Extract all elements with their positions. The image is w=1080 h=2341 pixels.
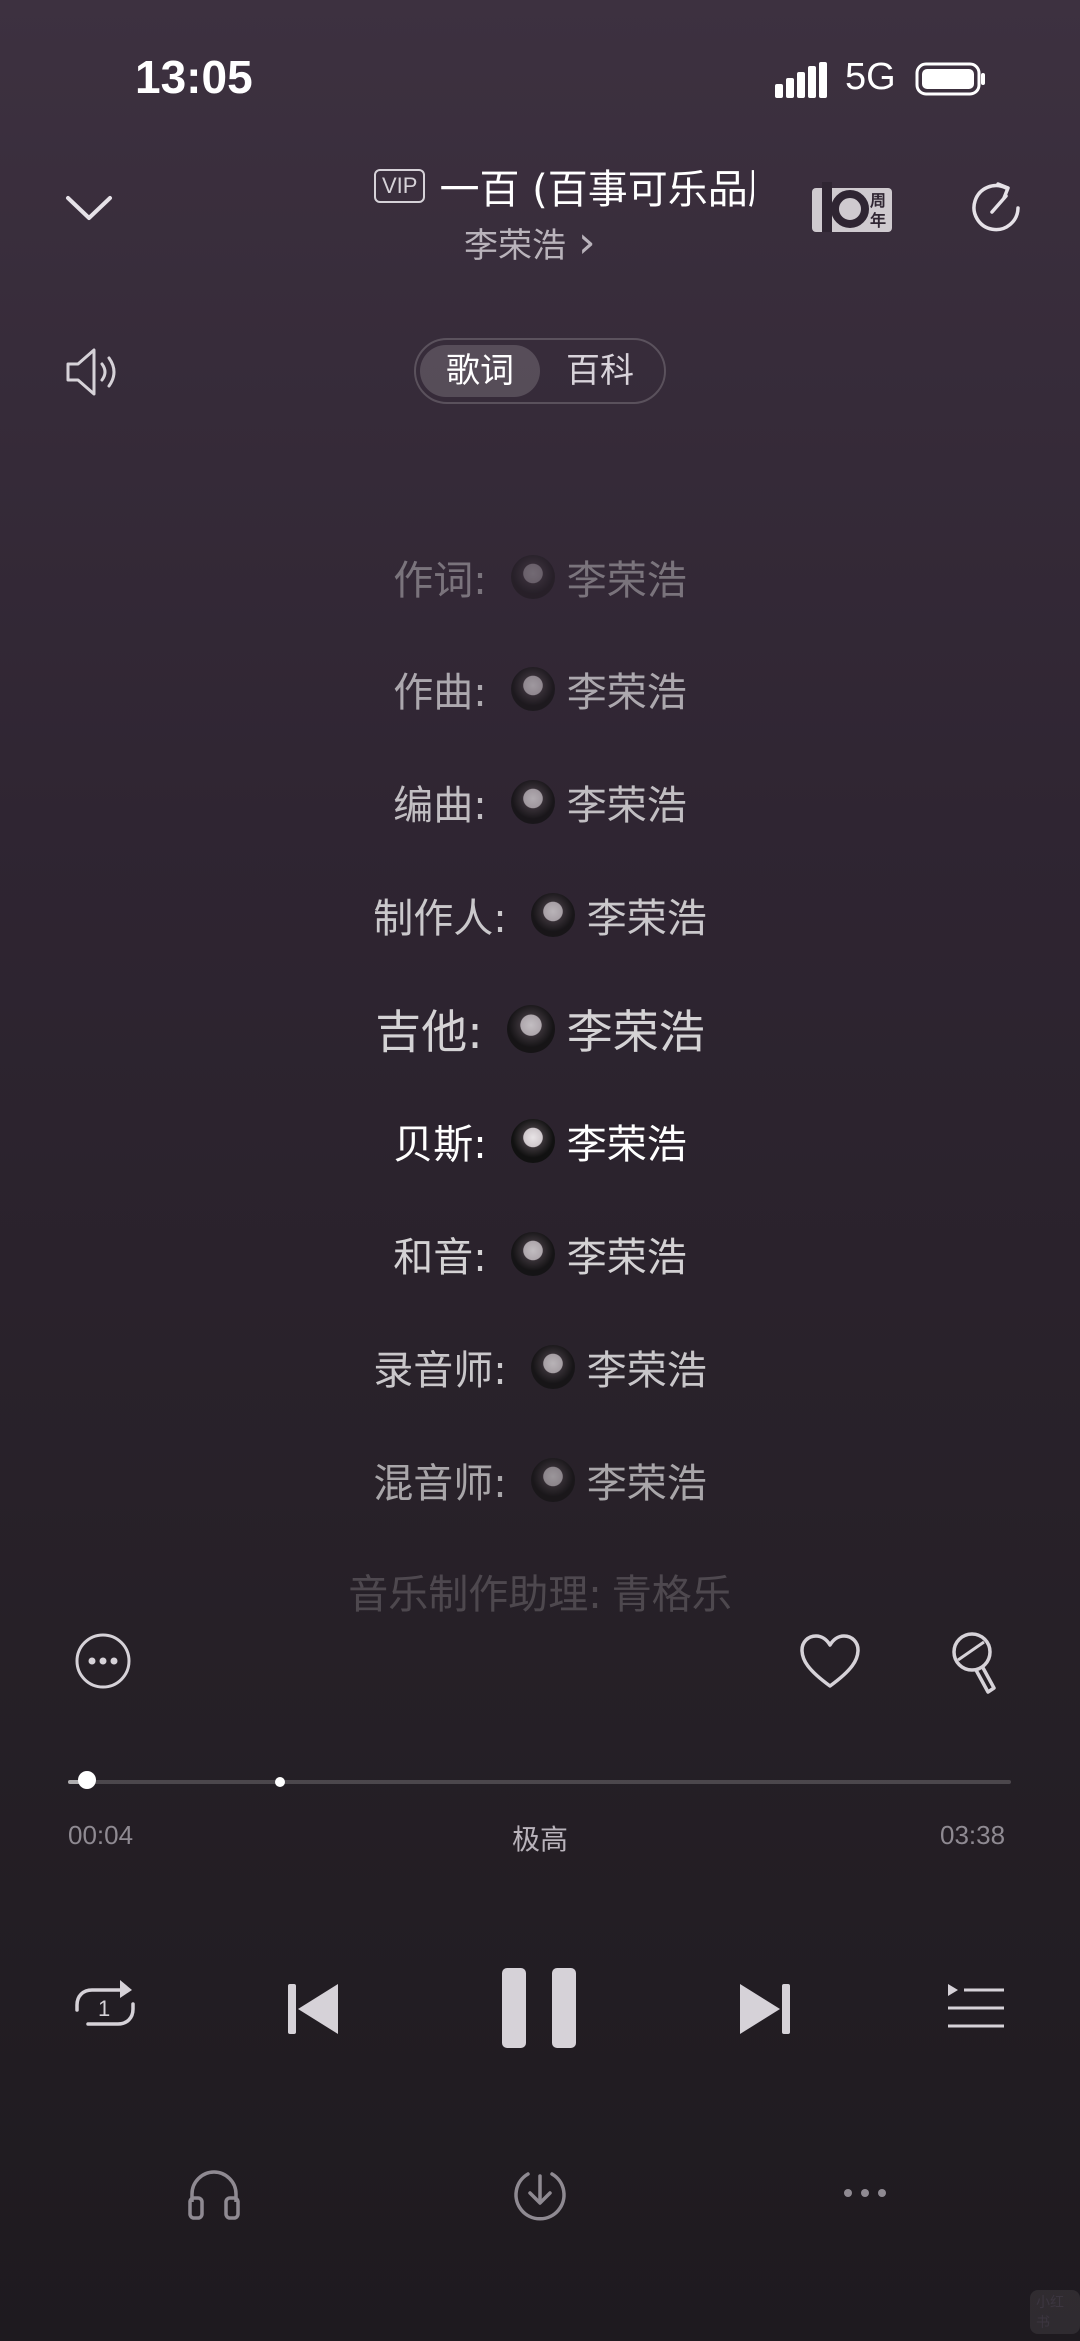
signal-icon bbox=[775, 62, 827, 98]
credit-role: 吉他: bbox=[375, 1005, 483, 1059]
credit-role: 制作人: bbox=[373, 896, 507, 942]
credit-row: 作曲: 李荣浩 bbox=[0, 660, 1080, 718]
avatar[interactable] bbox=[530, 1458, 575, 1502]
credit-row: 音乐制作助理: 青格乐 bbox=[0, 1562, 1080, 1620]
credit-name: 李荣浩 bbox=[566, 1005, 705, 1059]
credit-row: 制作人: 李荣浩 bbox=[0, 886, 1080, 944]
credit-row: 编曲: 李荣浩 bbox=[0, 773, 1080, 831]
network-type: 5G bbox=[845, 56, 896, 98]
vip-badge: VIP bbox=[374, 169, 426, 203]
chevron-right-icon: › bbox=[578, 216, 596, 268]
credit-role: 混音师: bbox=[373, 1461, 507, 1507]
download-icon[interactable] bbox=[512, 2166, 568, 2222]
current-time: 00:04 bbox=[68, 1820, 134, 1850]
headphones-icon[interactable] bbox=[186, 2168, 242, 2220]
credit-name: 青格乐 bbox=[611, 1572, 732, 1618]
previous-icon[interactable] bbox=[286, 1980, 342, 2038]
watermark-text: 小红书 bbox=[1030, 2290, 1080, 2334]
tab-wiki[interactable]: 百科 bbox=[540, 345, 660, 397]
credit-role: 作曲: bbox=[393, 670, 487, 716]
credit-role: 编曲: bbox=[393, 783, 487, 829]
credit-role: 和音: bbox=[393, 1235, 487, 1281]
pause-icon[interactable] bbox=[500, 1966, 578, 2050]
credit-row: 录音师: 李荣浩 bbox=[0, 1338, 1080, 1396]
artist-link[interactable]: 李荣浩 › bbox=[464, 218, 596, 267]
avatar[interactable] bbox=[510, 1119, 555, 1163]
credit-name: 李荣浩 bbox=[566, 670, 687, 716]
credit-role: 音乐制作助理: bbox=[348, 1572, 602, 1618]
credit-role: 作词: bbox=[393, 558, 487, 604]
credit-role: 贝斯: bbox=[393, 1122, 487, 1168]
avatar[interactable] bbox=[530, 1345, 575, 1389]
progress-track[interactable] bbox=[68, 1780, 1011, 1784]
avatar[interactable] bbox=[510, 1232, 555, 1276]
artist-name: 李荣浩 bbox=[464, 226, 566, 266]
content-tabs: 歌词 百科 bbox=[414, 338, 666, 404]
avatar[interactable] bbox=[510, 667, 555, 711]
total-time: 03:38 bbox=[940, 1820, 1006, 1850]
repeat-badge: 1 bbox=[98, 1996, 110, 2021]
microphone-icon[interactable] bbox=[948, 1630, 1002, 1696]
credit-row: 和音: 李荣浩 bbox=[0, 1225, 1080, 1283]
anniversary-10-badge-icon[interactable]: 周 年 bbox=[810, 180, 894, 238]
share-icon[interactable] bbox=[966, 178, 1026, 238]
repeat-one-icon[interactable]: 1 bbox=[72, 1976, 138, 2038]
volume-icon[interactable] bbox=[64, 344, 124, 400]
svg-text:周: 周 bbox=[870, 191, 886, 210]
status-time: 13:05 bbox=[135, 51, 253, 103]
heart-icon[interactable] bbox=[798, 1632, 862, 1692]
svg-text:年: 年 bbox=[870, 211, 886, 230]
more-dots-icon[interactable] bbox=[842, 2186, 888, 2200]
song-title: 一百 (百事可乐品牌 bbox=[439, 167, 754, 213]
credit-row: 吉他: 李荣浩 bbox=[0, 996, 1080, 1062]
avatar[interactable] bbox=[530, 893, 575, 937]
next-icon[interactable] bbox=[736, 1980, 792, 2038]
more-circle-icon[interactable] bbox=[74, 1632, 132, 1690]
credit-row: 作词: 李荣浩 bbox=[0, 548, 1080, 606]
avatar[interactable] bbox=[506, 1005, 555, 1053]
credit-row: 贝斯: 李荣浩 bbox=[0, 1112, 1080, 1170]
credit-name: 李荣浩 bbox=[566, 1235, 687, 1281]
credit-row: 混音师: 李荣浩 bbox=[0, 1451, 1080, 1509]
credit-name: 李荣浩 bbox=[566, 783, 687, 829]
buffer-marker bbox=[275, 1777, 286, 1787]
chevron-down-icon[interactable] bbox=[62, 180, 116, 234]
credit-name: 李荣浩 bbox=[586, 896, 707, 942]
avatar[interactable] bbox=[510, 555, 555, 599]
progress-handle[interactable] bbox=[77, 1771, 96, 1789]
credit-name: 李荣浩 bbox=[586, 1461, 707, 1507]
credit-role: 录音师: bbox=[373, 1348, 507, 1394]
tab-lyrics[interactable]: 歌词 bbox=[420, 345, 540, 397]
song-title-row[interactable]: VIP 一百 (百事可乐品牌 bbox=[374, 158, 754, 214]
playlist-icon[interactable] bbox=[946, 1982, 1006, 2034]
credit-name: 李荣浩 bbox=[586, 1348, 707, 1394]
audio-quality-button[interactable]: 极高 bbox=[512, 1818, 568, 1858]
battery-icon bbox=[915, 62, 985, 96]
credit-name: 李荣浩 bbox=[566, 1122, 687, 1168]
credit-name: 李荣浩 bbox=[566, 558, 687, 604]
avatar[interactable] bbox=[510, 780, 555, 824]
